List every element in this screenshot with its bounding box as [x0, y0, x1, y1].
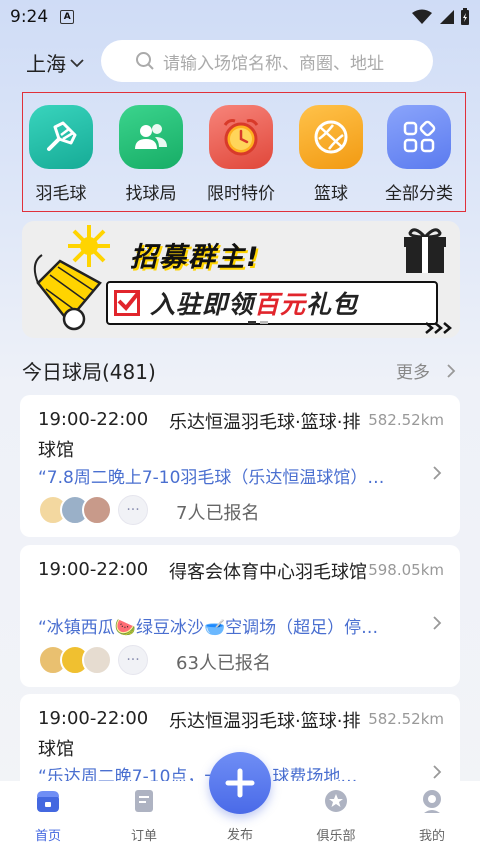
- notification-icon: A: [60, 10, 75, 24]
- home-icon: [37, 791, 59, 812]
- banner-text-a: 入驻即领: [150, 290, 255, 319]
- tab-orders[interactable]: 订单: [104, 787, 184, 844]
- participant-avatars: ···: [38, 645, 148, 675]
- game-distance: 582.52km: [368, 411, 444, 429]
- status-time: 9:24: [10, 7, 49, 27]
- section-title: 今日球局(481): [22, 360, 156, 384]
- game-card[interactable]: 19:00-22:00 得客会体育中心羽毛球馆 598.05km “冰镇西瓜🍉绿…: [20, 545, 460, 687]
- category-label: 限时特价: [207, 184, 275, 204]
- city-label: 上海: [26, 52, 66, 76]
- plus-icon: [225, 768, 255, 798]
- avatar: [82, 495, 112, 525]
- game-card[interactable]: 19:00-22:00 乐达恒温羽毛球·篮球·排球馆 582.52km “7.8…: [20, 395, 460, 537]
- game-description: “7.8周二晚上7-10羽毛球（乐达恒温球馆）…: [38, 468, 385, 488]
- avatar: [82, 645, 112, 675]
- gift-icon: [404, 228, 446, 273]
- more-avatars-icon: ···: [118, 495, 148, 525]
- search-icon: [136, 52, 154, 70]
- tab-label-publish: 发布: [226, 828, 253, 843]
- profile-icon: [423, 790, 441, 813]
- category-flash-sale[interactable]: 限时特价: [201, 105, 281, 204]
- basketball-icon: [299, 105, 363, 169]
- game-distance: 598.05km: [368, 561, 444, 579]
- game-venue: 乐达恒温羽毛球·篮球·排球馆: [38, 711, 361, 760]
- category-label: 篮球: [314, 184, 348, 204]
- more-label: 更多: [396, 363, 430, 383]
- shuttlecock-illustration: [33, 254, 102, 331]
- more-avatars-icon: ···: [118, 645, 148, 675]
- status-bar: 9:24 A: [0, 0, 480, 34]
- signup-count: 63人已报名: [176, 653, 271, 674]
- category-label: 找球局: [125, 184, 177, 204]
- tab-club[interactable]: 俱乐部: [296, 787, 376, 844]
- status-icons: [412, 8, 470, 26]
- game-description: “冰镇西瓜🍉绿豆冰沙🥣空调场（超足）停…: [38, 618, 379, 638]
- alarm-clock-icon: [209, 105, 273, 169]
- grid-icon: [387, 105, 451, 169]
- game-distance: 582.52km: [368, 710, 444, 728]
- more-link[interactable]: 更多: [396, 358, 456, 383]
- search-input[interactable]: 请输入场馆名称、商圈、地址: [101, 40, 433, 82]
- category-basketball[interactable]: 篮球: [291, 105, 371, 204]
- banner-text-c: 礼包: [306, 290, 359, 319]
- category-all[interactable]: 全部分类: [379, 105, 459, 204]
- tab-label: 首页: [34, 829, 61, 844]
- people-icon: [119, 105, 183, 169]
- signal-icon: [440, 10, 454, 24]
- tab-home[interactable]: 首页: [8, 787, 88, 844]
- chevron-down-icon: [70, 58, 84, 67]
- category-find-game[interactable]: 找球局: [111, 105, 191, 204]
- banner-pager: [248, 321, 268, 324]
- tab-mine[interactable]: 我的: [392, 787, 472, 844]
- chevron-right-icon: [433, 616, 442, 630]
- top-bar: 上海 请输入场馆名称、商圈、地址: [0, 40, 480, 84]
- tab-label: 订单: [130, 829, 157, 844]
- banner-title: 招募群主!: [130, 242, 261, 273]
- game-venue: 乐达恒温羽毛球·篮球·排球馆: [38, 412, 361, 461]
- shuttlecock-icon: [29, 105, 93, 169]
- arrows-icon: [425, 322, 452, 334]
- banner-subtitle: 入驻即领 百元 礼包: [106, 281, 438, 325]
- promo-banner[interactable]: 招募群主! 入驻即领 百元 礼包: [22, 221, 460, 338]
- orders-icon: [135, 790, 153, 812]
- category-label: 全部分类: [385, 184, 453, 204]
- category-grid: 羽毛球 找球局 限时特价 篮球 全部分类: [22, 92, 466, 212]
- signup-count: 7人已报名: [176, 503, 260, 524]
- checkbox-icon: [114, 290, 140, 316]
- chevron-right-icon: [433, 765, 442, 779]
- today-games-header: 今日球局(481) 更多: [22, 356, 460, 384]
- participant-avatars: ···: [38, 495, 148, 525]
- chevron-right-icon: [447, 363, 456, 378]
- tab-label: 俱乐部: [316, 829, 356, 844]
- wifi-icon: [412, 9, 432, 24]
- chevron-right-icon: [433, 466, 442, 480]
- club-icon: [325, 790, 347, 812]
- publish-button[interactable]: [209, 752, 271, 814]
- search-placeholder: 请输入场馆名称、商圈、地址: [163, 53, 384, 74]
- category-badminton[interactable]: 羽毛球: [21, 105, 101, 204]
- category-label: 羽毛球: [35, 184, 87, 204]
- city-selector[interactable]: 上海: [26, 48, 84, 77]
- banner-text-b: 百元: [254, 290, 307, 319]
- game-venue: 得客会体育中心羽毛球馆: [169, 562, 367, 583]
- battery-icon: [461, 8, 469, 25]
- tab-label: 我的: [418, 829, 445, 844]
